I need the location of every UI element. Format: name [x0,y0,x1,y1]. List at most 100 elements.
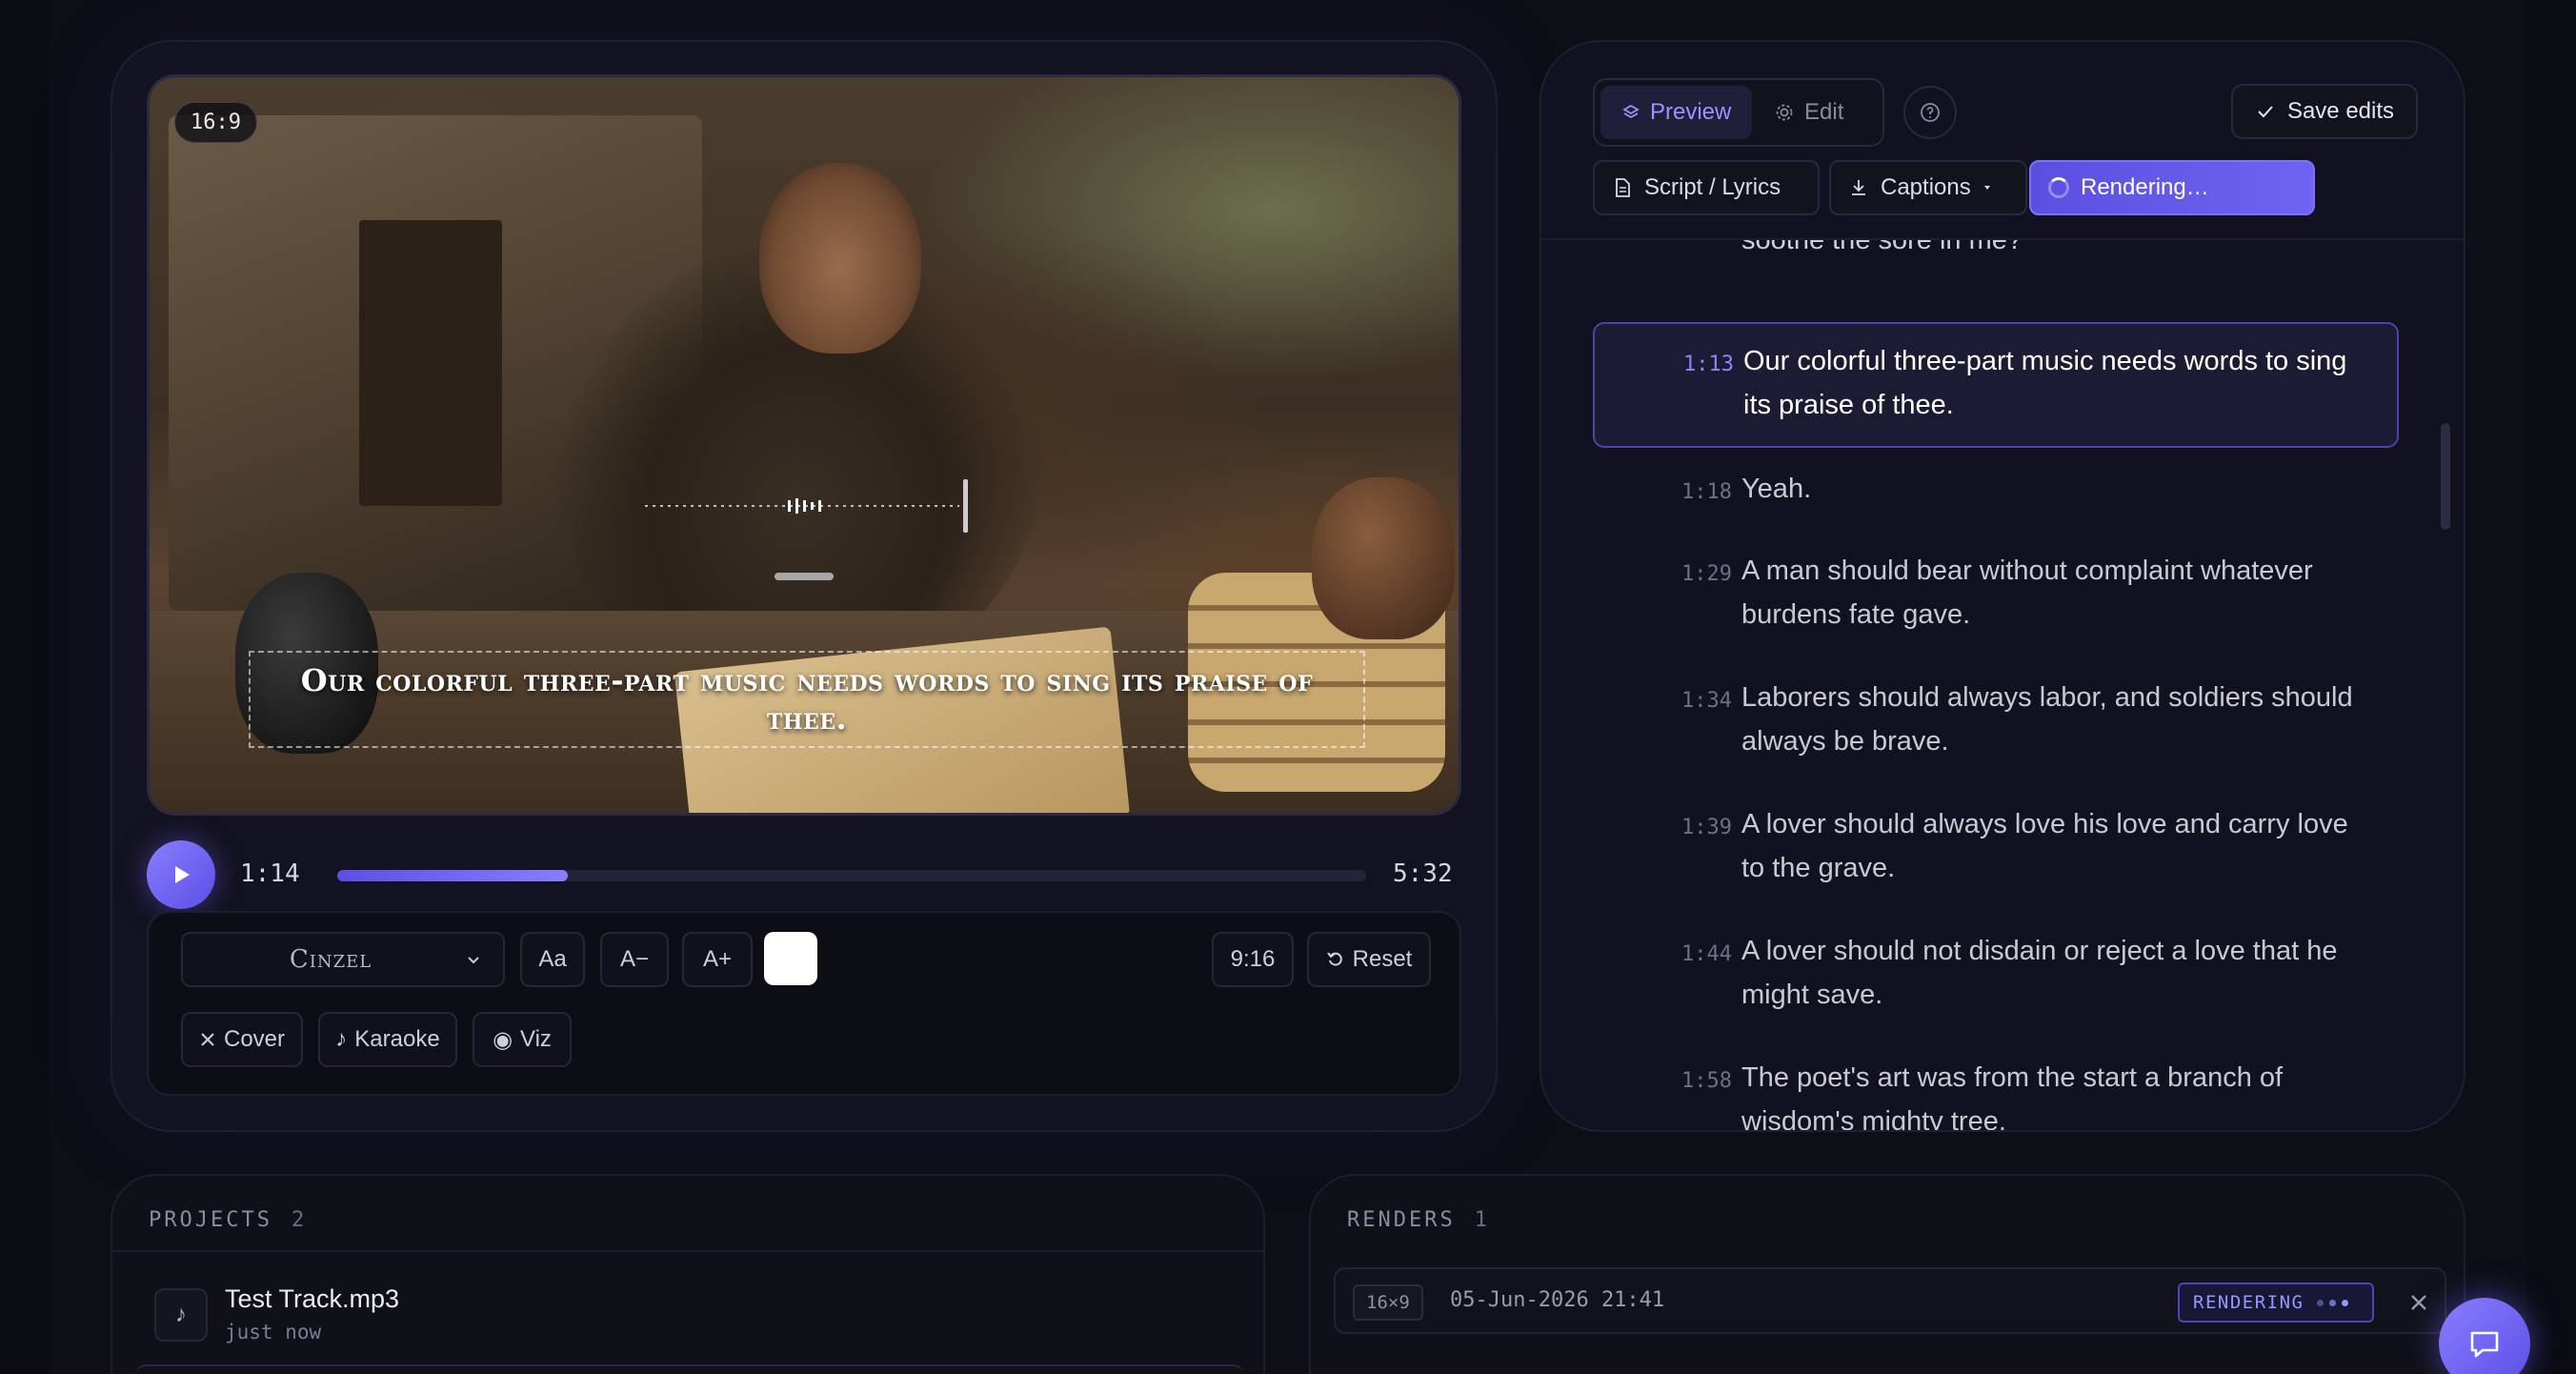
chevron-down-icon [468,957,479,964]
lyric-text: A lover should always love his love and … [1741,809,2348,883]
font-select-value: Cinzel [289,945,372,974]
lyric-timestamp: 1:13 [1683,353,1734,376]
tab-edit[interactable]: Edit [1753,86,1864,139]
download-icon [1852,180,1865,195]
font-size-increase-button[interactable]: A+ [682,932,753,987]
lyric-text: Yeah. [1741,474,1812,504]
font-size-decrease-button[interactable]: A− [600,932,669,987]
projects-title: PROJECTS [149,1208,272,1232]
projects-header: PROJECTS 2 [149,1208,307,1232]
karaoke-label: Karaoke [354,1026,440,1052]
progress-bar[interactable] [337,870,1366,881]
projects-count: 2 [291,1208,308,1232]
caret-down-icon [1983,186,1990,190]
current-time: 1:14 [240,859,300,888]
lyric-timestamp: 1:29 [1681,562,1732,586]
lyric-line[interactable]: 1:58 The poet's art was from the start a… [1593,1054,2399,1132]
music-note-icon: ♪ [335,1026,348,1052]
gear-icon [1776,104,1793,121]
render-button[interactable]: Rendering… [2029,160,2315,215]
lyric-line[interactable]: 1:39 A lover should always love his love… [1593,800,2399,903]
render-button-label: Rendering… [2081,174,2209,200]
tab-preview[interactable]: Preview [1600,86,1753,139]
renders-header: RENDERS 1 [1347,1208,1490,1232]
lyric-timestamp: 1:18 [1681,480,1732,504]
caption-text: Our colorful three-part music needs word… [300,662,1314,737]
lyric-line[interactable]: 1:44 A lover should not disdain or rejec… [1593,927,2399,1030]
lyric-line-active[interactable]: 1:13 Our colorful three-part music needs… [1593,322,2399,448]
reset-button[interactable]: Reset [1307,932,1431,987]
video-preview[interactable]: 16:9 Our colorful three-part music needs… [147,74,1461,816]
lyrics-panel: Preview Edit Save edits Script / Lyrics … [1540,40,2465,1132]
lyric-line[interactable]: 1:29 A man should bear without complaint… [1593,547,2399,650]
check-icon [2258,106,2273,118]
lyric-line[interactable]: 1:34 Laborers should always labor, and s… [1593,674,2399,777]
caption-style-controls: Cinzel Aa A− A+ 9:16 Reset Cover ♪ Karao… [147,911,1461,1096]
lyrics-list[interactable]: soothe the sore in me? 1:13 Our colorful… [1593,240,2403,1132]
projects-panel: PROJECTS 2 ♪ Test Track.mp3 just now [111,1174,1265,1374]
cover-toggle[interactable]: Cover [181,1012,303,1067]
lyric-timestamp: 1:39 [1681,816,1732,839]
reset-label: Reset [1352,946,1413,972]
aspect-ratio-toggle[interactable]: 9:16 [1212,932,1294,987]
render-status-label: RENDERING [2193,1292,2304,1313]
font-select[interactable]: Cinzel [181,932,505,987]
progress-fill [337,870,568,881]
audio-waveform-overlay[interactable] [645,477,969,535]
render-status-badge: RENDERING [2178,1283,2374,1323]
play-button[interactable] [147,840,215,909]
lyric-line[interactable]: 1:18 Yeah. [1593,465,2399,522]
caption-drag-handle[interactable] [775,573,834,580]
render-date: 05-Jun-2026 21:41 [1450,1288,1665,1312]
document-icon [1616,178,1630,197]
lyric-text: Our colorful three-part music needs word… [1743,346,2347,420]
loading-dots-icon [2317,1299,2349,1306]
script-lyrics-button[interactable]: Script / Lyrics [1593,160,1820,215]
reset-icon [1326,952,1342,966]
lyrics-scrollbar[interactable] [2441,423,2450,530]
play-icon [175,866,190,883]
tab-preview-label: Preview [1650,99,1732,125]
lyric-timestamp: 1:58 [1681,1069,1732,1093]
lyric-text: Laborers should always labor, and soldie… [1741,682,2353,757]
radio-icon: ◉ [493,1026,513,1053]
help-button[interactable] [1903,86,1957,139]
project-row-next[interactable] [135,1364,1244,1374]
help-icon [1921,103,1940,122]
lyric-line-partial: soothe the sore in me? [1741,240,2023,255]
chat-icon [2470,1331,2499,1358]
renders-panel: RENDERS 1 16×9 05-Jun-2026 21:41 RENDERIN… [1309,1174,2465,1374]
cover-label: Cover [223,1026,286,1052]
save-edits-label: Save edits [2286,98,2395,124]
close-icon[interactable] [2403,1286,2435,1319]
font-size-reset-button[interactable]: Aa [520,932,585,987]
script-lyrics-label: Script / Lyrics [1644,174,1781,200]
lyric-text: A man should bear without complaint what… [1741,556,2313,630]
project-time: just now [225,1321,322,1344]
project-name[interactable]: Test Track.mp3 [225,1284,399,1314]
save-edits-button[interactable]: Save edits [2231,84,2418,139]
view-mode-tabs: Preview Edit [1593,78,1884,147]
spinner-icon [2048,177,2069,198]
renders-count: 1 [1474,1208,1490,1232]
lyric-timestamp: 1:34 [1681,689,1732,713]
layers-icon [1622,104,1640,119]
tab-edit-label: Edit [1804,99,1844,125]
karaoke-toggle[interactable]: ♪ Karaoke [318,1012,457,1067]
captions-dropdown[interactable]: Captions [1829,160,2027,215]
render-ratio-badge: 16×9 [1353,1284,1423,1321]
close-icon [201,1033,214,1046]
render-row[interactable]: 16×9 05-Jun-2026 21:41 RENDERING [1334,1267,2446,1334]
lyric-text: A lover should not disdain or reject a l… [1741,936,2338,1010]
projects-divider [112,1250,1263,1252]
caption-overlay[interactable]: Our colorful three-part music needs word… [249,651,1365,748]
aspect-ratio-badge: 16:9 [174,102,257,143]
lyric-text: The poet's art was from the start a bran… [1741,1062,2284,1132]
viz-toggle[interactable]: ◉ Viz [473,1012,572,1067]
viz-label: Viz [520,1026,552,1052]
total-time: 5:32 [1393,859,1453,888]
caption-color-swatch[interactable] [764,932,817,985]
captions-label: Captions [1881,174,1971,200]
lyric-timestamp: 1:44 [1681,942,1732,966]
renders-title: RENDERS [1347,1208,1456,1232]
